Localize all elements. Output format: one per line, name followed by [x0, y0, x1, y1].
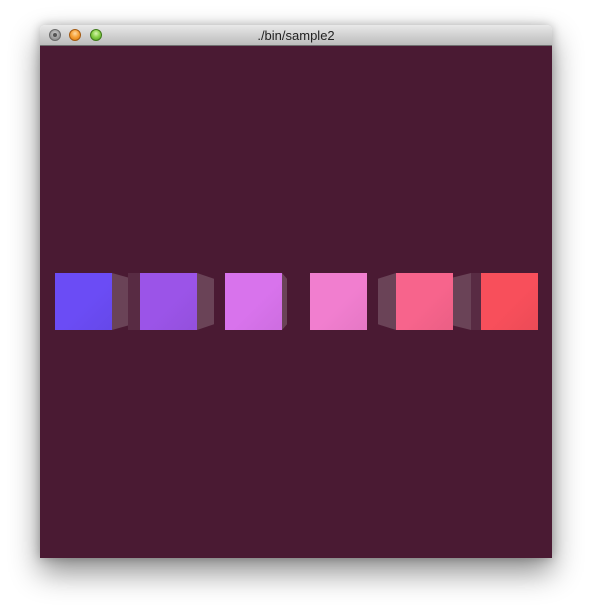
cube-1-right-face	[128, 273, 140, 330]
cube-6	[481, 273, 538, 330]
app-window: ./bin/sample2	[40, 25, 552, 558]
cube-5	[396, 273, 453, 330]
cube-1-side-face	[112, 273, 128, 330]
cube-4	[310, 273, 367, 330]
desktop: ./bin/sample2	[0, 0, 592, 614]
title-bar[interactable]: ./bin/sample2	[40, 25, 552, 46]
cube-5-side-face	[378, 273, 396, 330]
cube-6-left-face	[471, 273, 481, 330]
cube-3-side-face	[282, 273, 287, 330]
cube-2	[140, 273, 197, 330]
window-title: ./bin/sample2	[257, 28, 335, 43]
render-canvas[interactable]	[40, 46, 552, 558]
cube-2-side-face	[197, 273, 214, 330]
cube-6-side-face	[453, 273, 471, 330]
cube-1	[55, 273, 112, 330]
cube-3	[225, 273, 282, 330]
